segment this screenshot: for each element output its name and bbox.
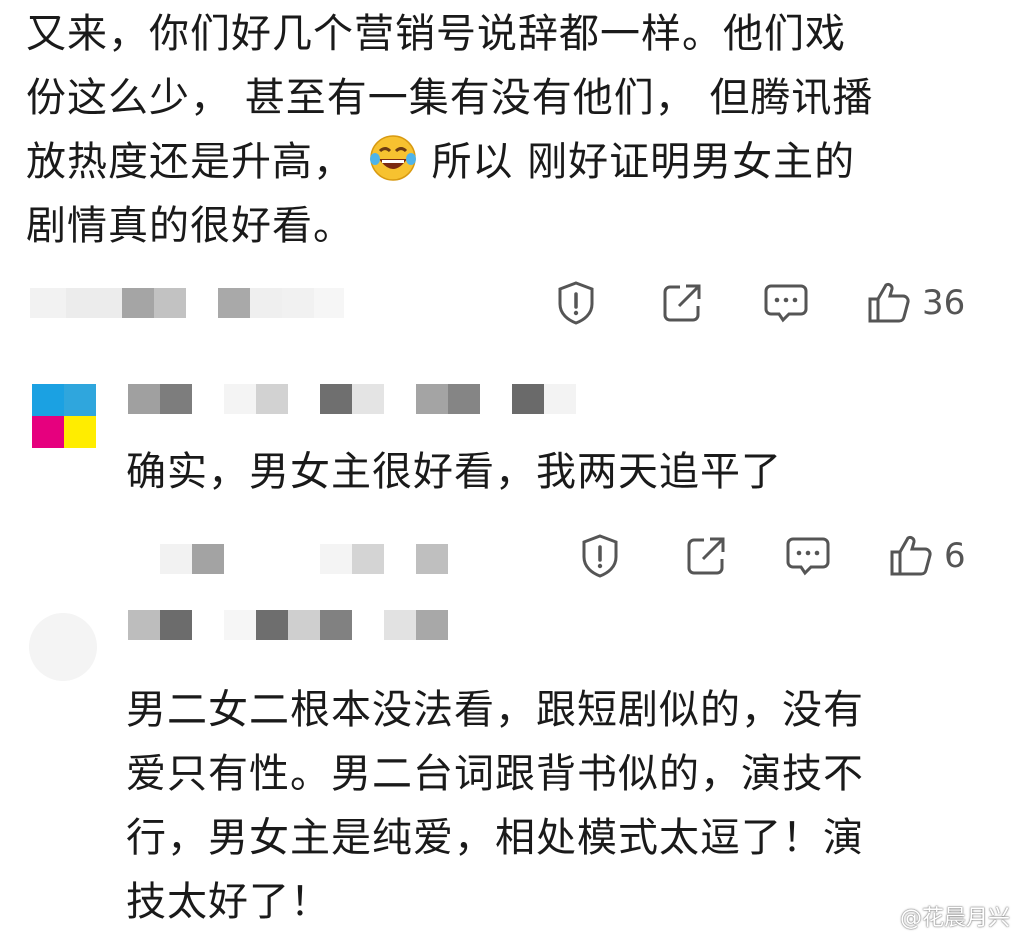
redacted-block [314, 288, 344, 318]
comment-3-line-3: 行，男女主是纯爱，相处模式太逗了！演 [126, 815, 864, 861]
redacted-block [384, 544, 416, 574]
redacted-block [288, 544, 320, 574]
redacted-block [448, 384, 480, 414]
redacted-block [66, 288, 122, 318]
thumbs-up-icon [890, 535, 932, 576]
redacted-block [224, 384, 256, 414]
redacted-block [352, 384, 384, 414]
like-count: 36 [922, 283, 966, 323]
redacted-block [186, 288, 218, 318]
redacted-block [288, 610, 320, 640]
redacted-block [224, 544, 256, 574]
comment-1-line-3-end: 所以 刚好证明男女主的 [431, 139, 856, 185]
redacted-block [256, 610, 288, 640]
redacted-block [256, 544, 288, 574]
redacted-block [288, 384, 320, 414]
redacted-block [480, 384, 512, 414]
comment-3-line-1: 男二女二根本没法看，跟短剧似的，没有 [126, 687, 864, 733]
comment-bubble-icon[interactable] [762, 281, 810, 325]
avatar[interactable] [32, 384, 96, 448]
redacted-block [416, 610, 448, 640]
redacted-block [128, 610, 160, 640]
redacted-block [512, 384, 544, 414]
weibo-watermark: @花晨月兴 [866, 900, 1010, 932]
weibo-logo-icon [866, 901, 896, 931]
redacted-block [30, 288, 66, 318]
comment-1-line-2: 份这么少， 甚至有一集有没有他们， 但腾讯播 [26, 75, 874, 121]
comment-2-username-redacted [128, 384, 576, 414]
comment-3-username-redacted [128, 610, 448, 640]
redacted-block [416, 384, 448, 414]
redacted-block [218, 288, 250, 318]
comment-1-meta-redacted [30, 288, 344, 318]
like-button[interactable]: 36 [866, 280, 965, 326]
redacted-block [160, 384, 192, 414]
like-count: 6 [944, 536, 966, 576]
redacted-block [282, 288, 314, 318]
share-icon[interactable] [682, 534, 730, 578]
redacted-block [320, 384, 352, 414]
comment-1-body: 又来，你们好几个营销号说辞都一样。他们戏 份这么少， 甚至有一集有没有他们， 但… [26, 2, 986, 258]
redacted-block [192, 384, 224, 414]
redacted-block [352, 544, 384, 574]
warning-shield-icon[interactable] [576, 533, 624, 579]
comment-bubble-icon[interactable] [784, 534, 832, 578]
comment-3-body: 男二女二根本没法看，跟短剧似的，没有 爱只有性。男二台词跟背书似的，演技不 行，… [126, 678, 1006, 934]
comment-1-line-3: 放热度还是升高， 所以 刚好证明男女主的 [26, 130, 986, 194]
redacted-block [384, 384, 416, 414]
redacted-block [122, 288, 154, 318]
thumbs-up-icon [868, 282, 910, 323]
warning-shield-icon[interactable] [552, 280, 600, 326]
redacted-block [160, 610, 192, 640]
laughing-crying-emoji-icon [368, 133, 418, 183]
avatar[interactable] [28, 612, 97, 681]
like-button[interactable]: 6 [888, 533, 966, 579]
redacted-block [192, 544, 224, 574]
redacted-block [192, 610, 224, 640]
redacted-block [320, 544, 352, 574]
redacted-block [416, 544, 448, 574]
comment-1-actions: 36 [552, 280, 965, 326]
share-icon[interactable] [658, 281, 706, 325]
redacted-block [544, 384, 576, 414]
redacted-block [256, 384, 288, 414]
redacted-block [224, 610, 256, 640]
redacted-block [154, 288, 186, 318]
comment-1-line-4: 剧情真的很好看。 [26, 203, 354, 249]
redacted-block [160, 544, 192, 574]
comment-2-body: 确实，男女主很好看，我两天追平了 [126, 449, 782, 495]
redacted-block [384, 610, 416, 640]
watermark-text: @花晨月兴 [899, 906, 1010, 931]
redacted-block [352, 610, 384, 640]
comment-3-line-2: 爱只有性。男二台词跟背书似的，演技不 [126, 751, 864, 797]
comment-2-actions: 6 [576, 533, 966, 579]
redacted-block [128, 384, 160, 414]
redacted-block [320, 610, 352, 640]
comment-1-line-3-start: 放热度还是升高， [26, 139, 354, 185]
comment-1-line-1: 又来，你们好几个营销号说辞都一样。他们戏 [26, 11, 846, 57]
comment-2-meta-redacted [160, 544, 448, 574]
redacted-block [250, 288, 282, 318]
